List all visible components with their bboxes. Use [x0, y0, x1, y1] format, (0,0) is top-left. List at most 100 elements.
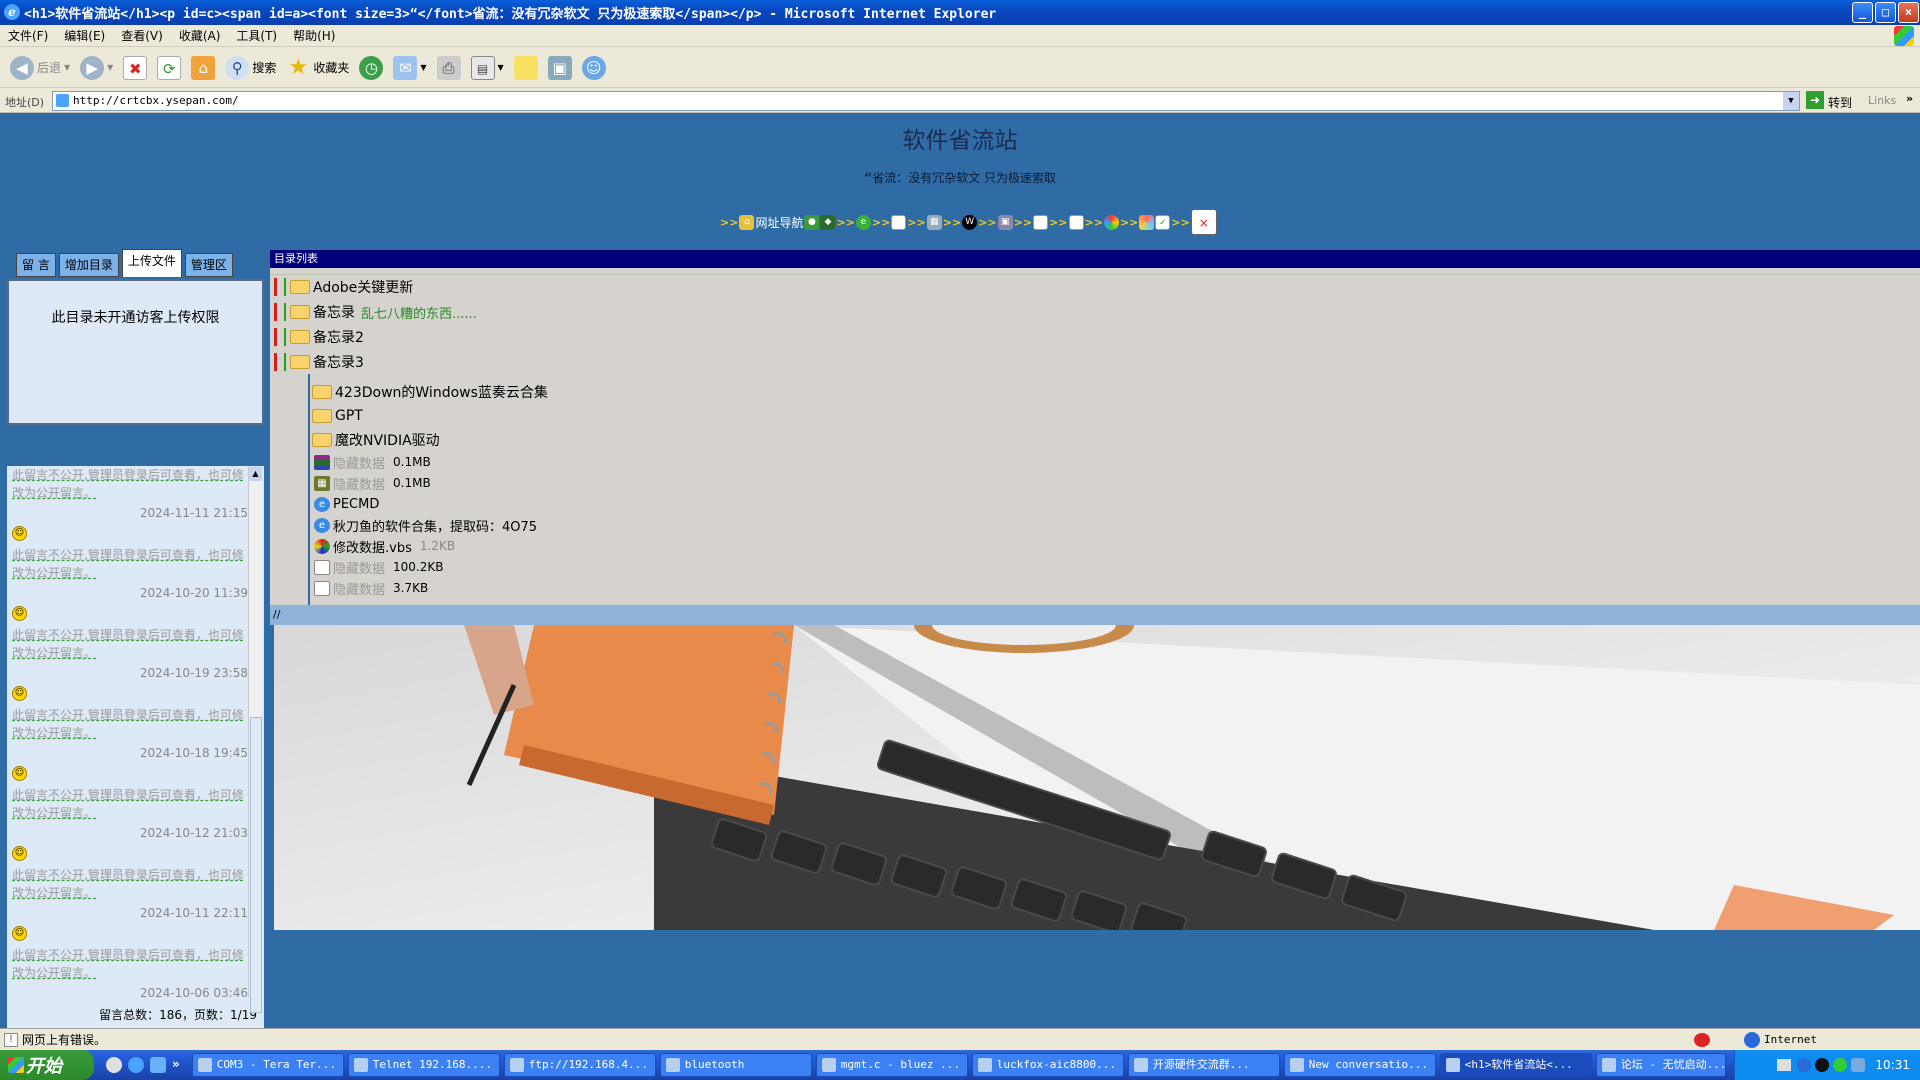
message-pagination: 留言总数：186，页数：1/19 [99, 1008, 257, 1022]
taskbar-item[interactable]: bluetooth [659, 1053, 812, 1077]
nav-link-icon[interactable] [1068, 214, 1084, 230]
close-button[interactable]: × [1898, 2, 1919, 23]
tree-expand-icon[interactable] [274, 278, 286, 296]
file-name: 隐藏数据 [333, 582, 386, 598]
maximize-button[interactable]: □ [1875, 2, 1896, 23]
nav-link-icon[interactable]: W [962, 214, 978, 230]
back-button[interactable]: ◀ 后退 ▼ [6, 52, 74, 84]
print-button[interactable]: ⎙ [433, 52, 465, 84]
tab-messages[interactable]: 留 言 [16, 253, 56, 277]
edit-button[interactable]: ▤ ▼ [467, 52, 508, 84]
subfolder-row[interactable]: 423Down的Windows蓝奏云合集 [312, 380, 548, 404]
menu-file[interactable]: 文件(F) [0, 27, 56, 44]
taskbar-item[interactable]: ftp://192.168.4... [503, 1053, 656, 1077]
folder-row[interactable]: 备忘录3 [274, 351, 364, 373]
taskbar-item[interactable]: mgmt.c - bluez ... [815, 1053, 968, 1077]
file-row[interactable]: 隐藏数据 100.2KB [314, 557, 443, 577]
bluetooth-icon[interactable] [1797, 1058, 1812, 1072]
folder-row[interactable]: Adobe关键更新 [274, 276, 413, 298]
nav-link-icon[interactable]: ● [804, 214, 820, 230]
wechat-icon[interactable] [1833, 1058, 1848, 1072]
menu-tools[interactable]: 工具(T) [228, 27, 285, 44]
history-button[interactable]: ◷ [355, 52, 387, 84]
taskbar-item[interactable]: Telnet 192.168.... [347, 1053, 500, 1077]
chevron-up-icon[interactable]: ▲ [249, 467, 262, 481]
desktop-icon[interactable] [150, 1057, 166, 1073]
taskbar-item[interactable]: 开源硬件交流群... [1127, 1053, 1280, 1077]
subfolder-row[interactable]: GPT [312, 404, 363, 428]
taskbar-item[interactable]: luckfox-aic8800... [971, 1053, 1124, 1077]
qq-icon[interactable] [1815, 1058, 1830, 1072]
tray-app-icon[interactable] [1851, 1058, 1866, 1072]
nav-link-icon[interactable] [1139, 214, 1155, 230]
favorites-button[interactable]: ★ 收藏夹 [282, 52, 353, 84]
folder-row[interactable]: 备忘录2 [274, 326, 364, 348]
tree-expand-icon[interactable] [274, 303, 286, 321]
page-content: 软件省流站 “省流：没有冗杂软文 只为极速索取 >> ⌂ 网址导航 ● ◆ >>… [0, 113, 1920, 1028]
nav-link-navigation[interactable]: 网址导航 [755, 214, 803, 231]
taskbar-item[interactable]: New conversatio... [1283, 1053, 1436, 1077]
toolbar: ◀ 后退 ▼ ▶ ▼ ✖ ⟳ ⌂ ⚲ 搜索 ★ 收藏夹 ◷ ✉ ▼ ⎙ ▤ ▼ … [0, 48, 1920, 88]
search-button[interactable]: ⚲ 搜索 [221, 52, 280, 84]
quick-launch-icon[interactable] [106, 1057, 122, 1073]
network-icon[interactable] [1777, 1059, 1792, 1071]
chevron-down-icon: ▼ [497, 63, 504, 72]
messenger-button[interactable]: ☺ [578, 52, 610, 84]
nav-link-icon[interactable]: ▣ [997, 214, 1013, 230]
menu-help[interactable]: 帮助(H) [285, 27, 343, 44]
taskbar-item[interactable]: COM3 - Tera Ter... [191, 1053, 344, 1077]
tree-expand-icon[interactable] [274, 328, 286, 346]
menu-favorites[interactable]: 收藏(A) [171, 27, 229, 44]
message-time: 2024-10-18 19:45 [139, 746, 248, 760]
nav-link-icon[interactable] [891, 214, 907, 230]
home-button[interactable]: ⌂ [187, 52, 219, 84]
check-icon[interactable]: ✓ [1155, 214, 1171, 230]
file-row[interactable]: ▦ 隐藏数据 0.1MB [314, 473, 431, 493]
file-row[interactable]: 隐藏数据 3.7KB [314, 578, 428, 598]
file-row[interactable]: e 秋刀鱼的软件合集，提取码：4O75 [314, 515, 537, 535]
star-icon: ★ [288, 54, 309, 80]
go-arrow-icon[interactable]: ➜ [1806, 91, 1824, 109]
file-row[interactable]: 隐藏数据 0.1MB [314, 452, 431, 472]
refresh-button[interactable]: ⟳ [153, 52, 185, 84]
tree-expand-icon[interactable] [274, 353, 286, 371]
address-input[interactable]: http://crtcbx.ysepan.com/ ▼ [52, 91, 1800, 111]
clock[interactable]: 10:31 [1875, 1058, 1910, 1072]
links-button[interactable]: Links [1868, 94, 1896, 107]
start-button[interactable]: 开始 [0, 1050, 94, 1080]
quick-launch: » [106, 1057, 180, 1073]
tab-upload[interactable]: 上传文件 [121, 249, 182, 277]
menu-view[interactable]: 查看(V) [113, 27, 171, 44]
tab-add-directory[interactable]: 增加目录 [58, 253, 119, 277]
message-text: 此留言不公开,管理员登录后可查看，也可修改为公开留言。 [12, 628, 244, 660]
nav-link-icon[interactable] [1103, 214, 1119, 230]
scrollbar-thumb[interactable] [250, 717, 262, 1013]
ie-quick-icon[interactable] [128, 1057, 144, 1073]
minimize-button[interactable]: _ [1852, 2, 1873, 23]
go-button[interactable]: 转到 [1828, 94, 1852, 111]
menu-edit[interactable]: 编辑(E) [56, 27, 113, 44]
directory-panel: 目录列表 Adobe关键更新 备忘录 乱七八糟的东西...... 备忘录2 备忘… [270, 250, 1920, 605]
folder-row[interactable]: 备忘录 乱七八糟的东西...... [274, 301, 477, 323]
stop-button[interactable]: ✖ [119, 52, 151, 84]
nav-link-icon[interactable]: e [855, 214, 871, 230]
forward-button[interactable]: ▶ ▼ [76, 52, 117, 84]
mail-button[interactable]: ✉ ▼ [389, 52, 430, 84]
file-row[interactable]: e PECMD [314, 494, 379, 514]
nav-link-icon[interactable]: ▦ [926, 214, 942, 230]
chevron-right-icon[interactable]: » [1906, 92, 1913, 105]
file-row[interactable]: 修改数据.vbs 1.2KB [314, 536, 455, 556]
research-button[interactable]: ▣ [544, 52, 576, 84]
subfolder-row[interactable]: 魔改NVIDIA驱动 [312, 428, 440, 452]
chevron-right-icon[interactable]: » [172, 1057, 180, 1073]
tab-admin[interactable]: 管理区 [184, 253, 233, 277]
message-scrollbar[interactable]: ▲ [248, 467, 262, 1013]
note-button[interactable] [510, 52, 542, 84]
warning-icon[interactable]: ! [4, 1032, 18, 1047]
chevron-down-icon[interactable]: ▼ [1783, 92, 1799, 110]
shield-icon[interactable]: ◆ [820, 214, 836, 230]
taskbar-item-active[interactable]: <h1>软件省流站<... [1439, 1053, 1592, 1077]
nav-link-icon[interactable] [1033, 214, 1049, 230]
home-icon[interactable]: ⌂ [739, 214, 755, 230]
taskbar-item[interactable]: 论坛 - 无忧启动... [1595, 1053, 1726, 1077]
